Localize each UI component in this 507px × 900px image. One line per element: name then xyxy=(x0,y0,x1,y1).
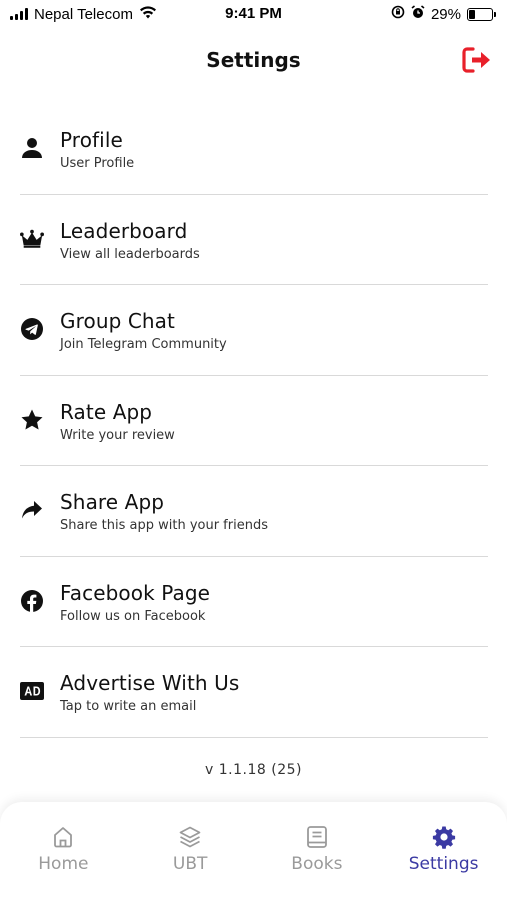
nav-label: Books xyxy=(291,854,343,874)
crown-icon xyxy=(20,227,44,251)
nav-home[interactable]: Home xyxy=(0,802,127,900)
battery-icon xyxy=(467,7,496,21)
nav-ubt[interactable]: UBT xyxy=(127,802,254,900)
home-icon xyxy=(50,824,76,850)
item-title: Facebook Page xyxy=(60,580,211,605)
item-title: Share App xyxy=(60,490,165,514)
item-subtitle: Write your review xyxy=(60,427,175,443)
item-title: Group Chat xyxy=(60,309,175,333)
share-icon xyxy=(20,498,44,522)
item-subtitle: View all leaderboards xyxy=(60,246,200,262)
settings-list: Profile User Profile Leaderboard View al… xyxy=(20,104,488,738)
app-version: v 1.1.18 (25) xyxy=(205,762,302,778)
settings-icon xyxy=(431,824,457,850)
settings-item-rate-app[interactable]: Rate App Write your review xyxy=(20,376,488,466)
status-right: 29% xyxy=(391,5,496,23)
settings-item-profile[interactable]: Profile User Profile xyxy=(20,104,488,195)
item-title: Leaderboard xyxy=(60,218,188,243)
item-title: Rate App xyxy=(60,399,153,424)
item-subtitle: Join Telegram Community xyxy=(60,337,227,352)
logout-icon xyxy=(462,47,490,73)
alarm-icon xyxy=(411,5,425,23)
ad-icon xyxy=(20,679,44,703)
star-icon xyxy=(20,408,44,432)
nav-books[interactable]: Books xyxy=(254,802,381,900)
nav-label: UBT xyxy=(172,854,208,874)
settings-item-facebook-page[interactable]: Facebook Page Follow us on Facebook xyxy=(20,557,488,647)
item-title: Profile xyxy=(60,128,123,152)
item-subtitle: Tap to write an email xyxy=(60,699,197,714)
book-icon xyxy=(304,824,330,850)
settings-item-share-app[interactable]: Share App Share this app with your frien… xyxy=(20,466,488,557)
item-title: Advertise With Us xyxy=(60,671,240,695)
nav-label: Settings xyxy=(408,854,479,874)
nav-label: Home xyxy=(38,854,89,874)
logout-button[interactable] xyxy=(461,44,493,76)
header: Settings xyxy=(0,40,507,80)
nav-settings[interactable]: Settings xyxy=(380,802,507,900)
orientation-lock-icon xyxy=(391,5,405,23)
battery-percent: 29% xyxy=(430,5,461,23)
item-subtitle: Follow us on Facebook xyxy=(60,608,206,624)
settings-item-advertise[interactable]: Advertise With Us Tap to write an email xyxy=(20,647,488,738)
settings-item-group-chat[interactable]: Group Chat Join Telegram Community xyxy=(20,285,488,376)
bottom-nav: Home UBT Books Settings xyxy=(0,802,507,900)
status-bar: Nepal Telecom 9:41 PM 29% xyxy=(0,0,507,28)
item-subtitle: Share this app with your friends xyxy=(60,518,268,533)
facebook-icon xyxy=(20,589,44,613)
settings-item-leaderboard[interactable]: Leaderboard View all leaderboards xyxy=(20,195,488,285)
telegram-icon xyxy=(20,317,44,341)
person-icon xyxy=(20,136,44,160)
item-subtitle: User Profile xyxy=(60,156,135,171)
page-title: Settings xyxy=(206,48,301,72)
layers-icon xyxy=(177,824,203,850)
